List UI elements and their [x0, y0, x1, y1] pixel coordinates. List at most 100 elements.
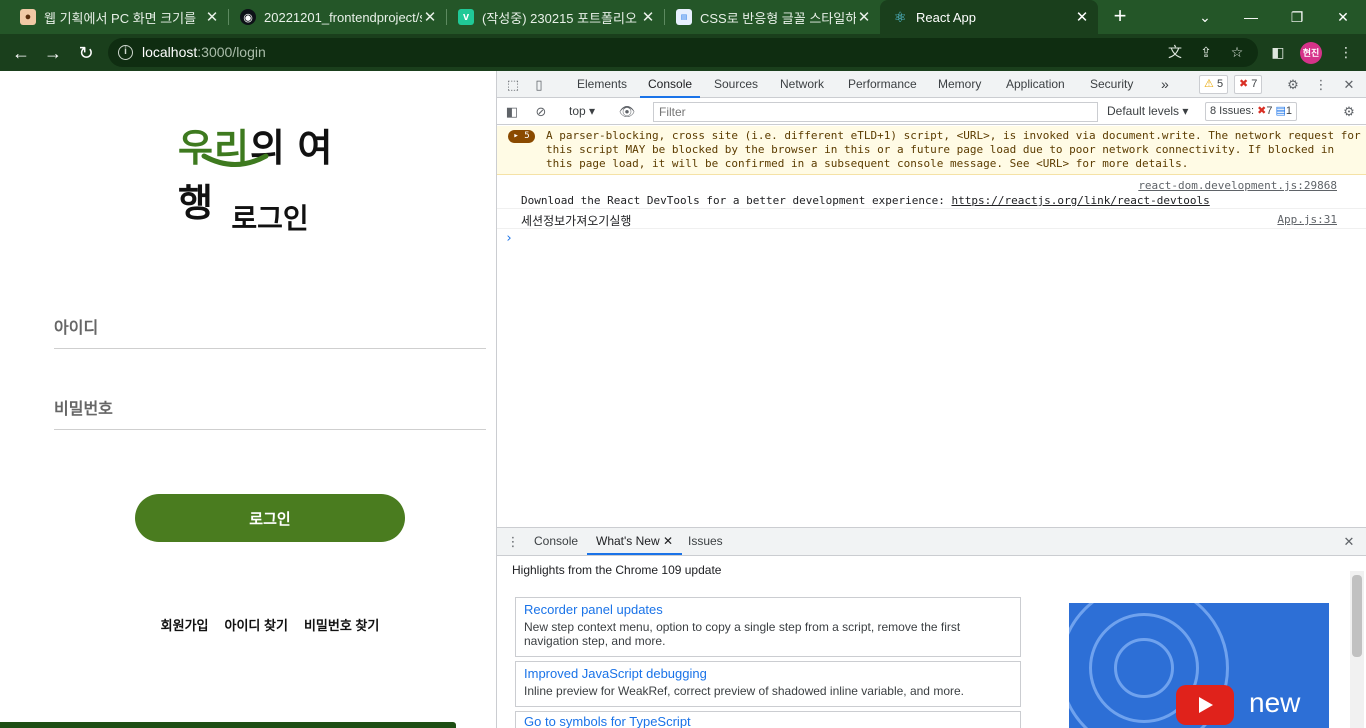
avatar-icon: ● [20, 9, 36, 25]
reload-icon[interactable]: ↻ [73, 40, 99, 66]
browser-tab[interactable]: ▤ CSS로 반응형 글꼴 스타일하 ✕ [664, 0, 880, 34]
log-source-link[interactable]: App.js:31 [1277, 213, 1337, 226]
inspect-element-icon[interactable]: ⬚ [504, 76, 522, 93]
translate-icon[interactable]: 文 [1165, 42, 1185, 62]
console-settings-gear-icon[interactable]: ⚙ [1340, 103, 1358, 120]
device-toolbar-icon[interactable]: ▯ [530, 76, 548, 93]
drawer-tab-whats-new[interactable]: What's New ✕ [587, 528, 683, 555]
devtools-download-link[interactable]: https://reactjs.org/link/react-devtools [951, 194, 1209, 207]
close-icon[interactable]: ✕ [204, 8, 220, 26]
warnings-count: 5 [1216, 78, 1224, 90]
settings-gear-icon[interactable]: ⚙ [1284, 76, 1302, 93]
warnings-badge[interactable]: ⚠ 5 [1199, 75, 1229, 94]
live-expression-eye-icon[interactable]: 👁 [618, 103, 636, 120]
card-title[interactable]: Recorder panel updates [524, 602, 1012, 617]
browser-tab[interactable]: ◉ 20221201_frontendproject/s ✕ [228, 0, 447, 34]
log-text: 세션정보가져오기실행 [521, 214, 632, 228]
warning-count: 5 [524, 131, 530, 141]
close-icon[interactable]: ✕ [663, 534, 673, 548]
back-icon[interactable]: ← [8, 40, 34, 66]
bookmark-star-icon[interactable]: ☆ [1227, 42, 1247, 62]
drawer-close-icon[interactable]: ✕ [1340, 533, 1358, 550]
card-title[interactable]: Go to symbols for TypeScript [524, 714, 1012, 728]
site-info-icon[interactable]: i [118, 45, 133, 60]
warning-group-count[interactable]: ▸ 5 [508, 130, 535, 143]
errors-badge[interactable]: ✖ 7 [1234, 75, 1263, 94]
console-log-row: react-dom.development.js:29868 Download … [497, 176, 1366, 209]
sidebar-toggle-icon[interactable]: ◧ [503, 103, 521, 120]
clear-console-icon[interactable]: ⊘ [532, 103, 550, 120]
errors-count: 7 [1251, 78, 1258, 90]
info-icon: ▤ [1275, 105, 1286, 117]
warning-text: A parser-blocking, cross site (i.e. diff… [546, 129, 1361, 170]
devtools-tab-performance[interactable]: Performance [848, 71, 917, 98]
log-source-link[interactable]: react-dom.development.js:29868 [1138, 179, 1337, 192]
find-id-link[interactable]: 아이디 찾기 [225, 615, 288, 634]
card-title[interactable]: Improved JavaScript debugging [524, 666, 1012, 681]
devtools-tab-bar: ⬚ ▯ Elements Console Sources Network Per… [497, 71, 1366, 98]
console-filter-input[interactable] [653, 102, 1098, 122]
console-log-row: 세션정보가져오기실행 App.js:31 [497, 209, 1366, 229]
devtools-tab-sources[interactable]: Sources [714, 71, 758, 98]
devtools-menu-icon[interactable]: ⋮ [1312, 76, 1330, 93]
context-selector[interactable]: top ▾ [569, 104, 595, 118]
devtools-tab-elements[interactable]: Elements [577, 71, 627, 98]
id-input[interactable] [54, 309, 486, 348]
tab-title: (작성중) 230215 포트폴리오 [482, 10, 637, 26]
side-panel-icon[interactable]: ◧ [1268, 42, 1288, 62]
address-bar[interactable]: i localhost:3000/login 文 ⇪ ☆ [108, 38, 1258, 67]
velog-icon: v [458, 9, 474, 25]
whats-new-card[interactable]: Recorder panel updates New step context … [515, 597, 1021, 657]
drawer-scrollbar[interactable] [1350, 571, 1364, 728]
devtools-close-icon[interactable]: ✕ [1340, 76, 1358, 93]
whats-new-card[interactable]: Improved JavaScript debugging Inline pre… [515, 661, 1021, 707]
restore-icon[interactable]: ❐ [1274, 0, 1320, 34]
whats-new-card[interactable]: Go to symbols for TypeScript [515, 711, 1021, 728]
signup-link[interactable]: 회원가입 [161, 615, 209, 634]
password-input[interactable] [54, 390, 486, 429]
dropdown-arrow-icon: ▾ [1182, 104, 1189, 118]
minimize-icon[interactable]: — [1228, 0, 1274, 34]
browser-tab-strip: ● 웹 기획에서 PC 화면 크기를 ✕ ◉ 20221201_frontend… [0, 0, 1366, 34]
new-tab-icon[interactable]: + [1108, 5, 1132, 29]
tab-search-icon[interactable]: ⌄ [1182, 0, 1228, 34]
devtools-tab-application[interactable]: Application [1006, 71, 1065, 98]
profile-avatar[interactable]: 현진 [1300, 42, 1322, 64]
close-icon[interactable]: ✕ [1074, 8, 1090, 26]
card-description: Inline preview for WeakRef, correct prev… [524, 684, 964, 698]
forward-icon[interactable]: → [40, 40, 66, 66]
more-tabs-icon[interactable]: » [1161, 71, 1169, 98]
console-warning-message[interactable]: ▸ 5 A parser-blocking, cross site (i.e. … [497, 126, 1366, 175]
devtools-tab-security[interactable]: Security [1090, 71, 1133, 98]
browser-tab[interactable]: v (작성중) 230215 포트폴리오 ✕ [446, 0, 665, 34]
share-icon[interactable]: ⇪ [1196, 42, 1216, 62]
console-prompt-icon[interactable]: › [505, 231, 513, 246]
whats-new-promo-video[interactable]: new [1069, 603, 1329, 728]
devtools-tab-memory[interactable]: Memory [938, 71, 981, 98]
youtube-play-icon[interactable] [1176, 685, 1234, 725]
issues-errors-count: 7 [1266, 105, 1273, 117]
drawer-tab-issues[interactable]: Issues [688, 528, 723, 555]
close-icon[interactable]: ✕ [422, 8, 438, 26]
kebab-menu-icon[interactable]: ⋮ [1336, 42, 1356, 62]
find-password-link[interactable]: 비밀번호 찾기 [304, 615, 379, 634]
browser-tab[interactable]: ● 웹 기획에서 PC 화면 크기를 ✕ [8, 0, 229, 34]
drawer-tab-console[interactable]: Console [534, 528, 578, 555]
devtools-panel: ⬚ ▯ Elements Console Sources Network Per… [497, 71, 1366, 728]
error-icon: ✖ [1257, 105, 1267, 117]
card-description: New step context menu, option to copy a … [524, 620, 961, 648]
window-close-icon[interactable]: ✕ [1320, 0, 1366, 34]
url-path: :3000/login [197, 44, 266, 60]
close-icon[interactable]: ✕ [640, 8, 656, 26]
browser-tab-active[interactable]: ⚛ React App ✕ [880, 0, 1098, 34]
tab-title: 20221201_frontendproject/s [264, 9, 422, 25]
close-icon[interactable]: ✕ [856, 8, 872, 26]
log-levels-dropdown[interactable]: Default levels ▾ [1107, 104, 1188, 118]
drawer-menu-icon[interactable]: ⋮ [504, 533, 522, 550]
login-button[interactable]: 로그인 [135, 494, 405, 542]
site-logo[interactable]: 우리의 여행 [178, 117, 368, 225]
issues-badge[interactable]: 8 Issues: ✖7 ▤1 [1205, 102, 1298, 121]
devtools-tab-console[interactable]: Console [640, 71, 701, 98]
devtools-tab-network[interactable]: Network [780, 71, 824, 98]
scrollbar-thumb[interactable] [1352, 575, 1362, 657]
